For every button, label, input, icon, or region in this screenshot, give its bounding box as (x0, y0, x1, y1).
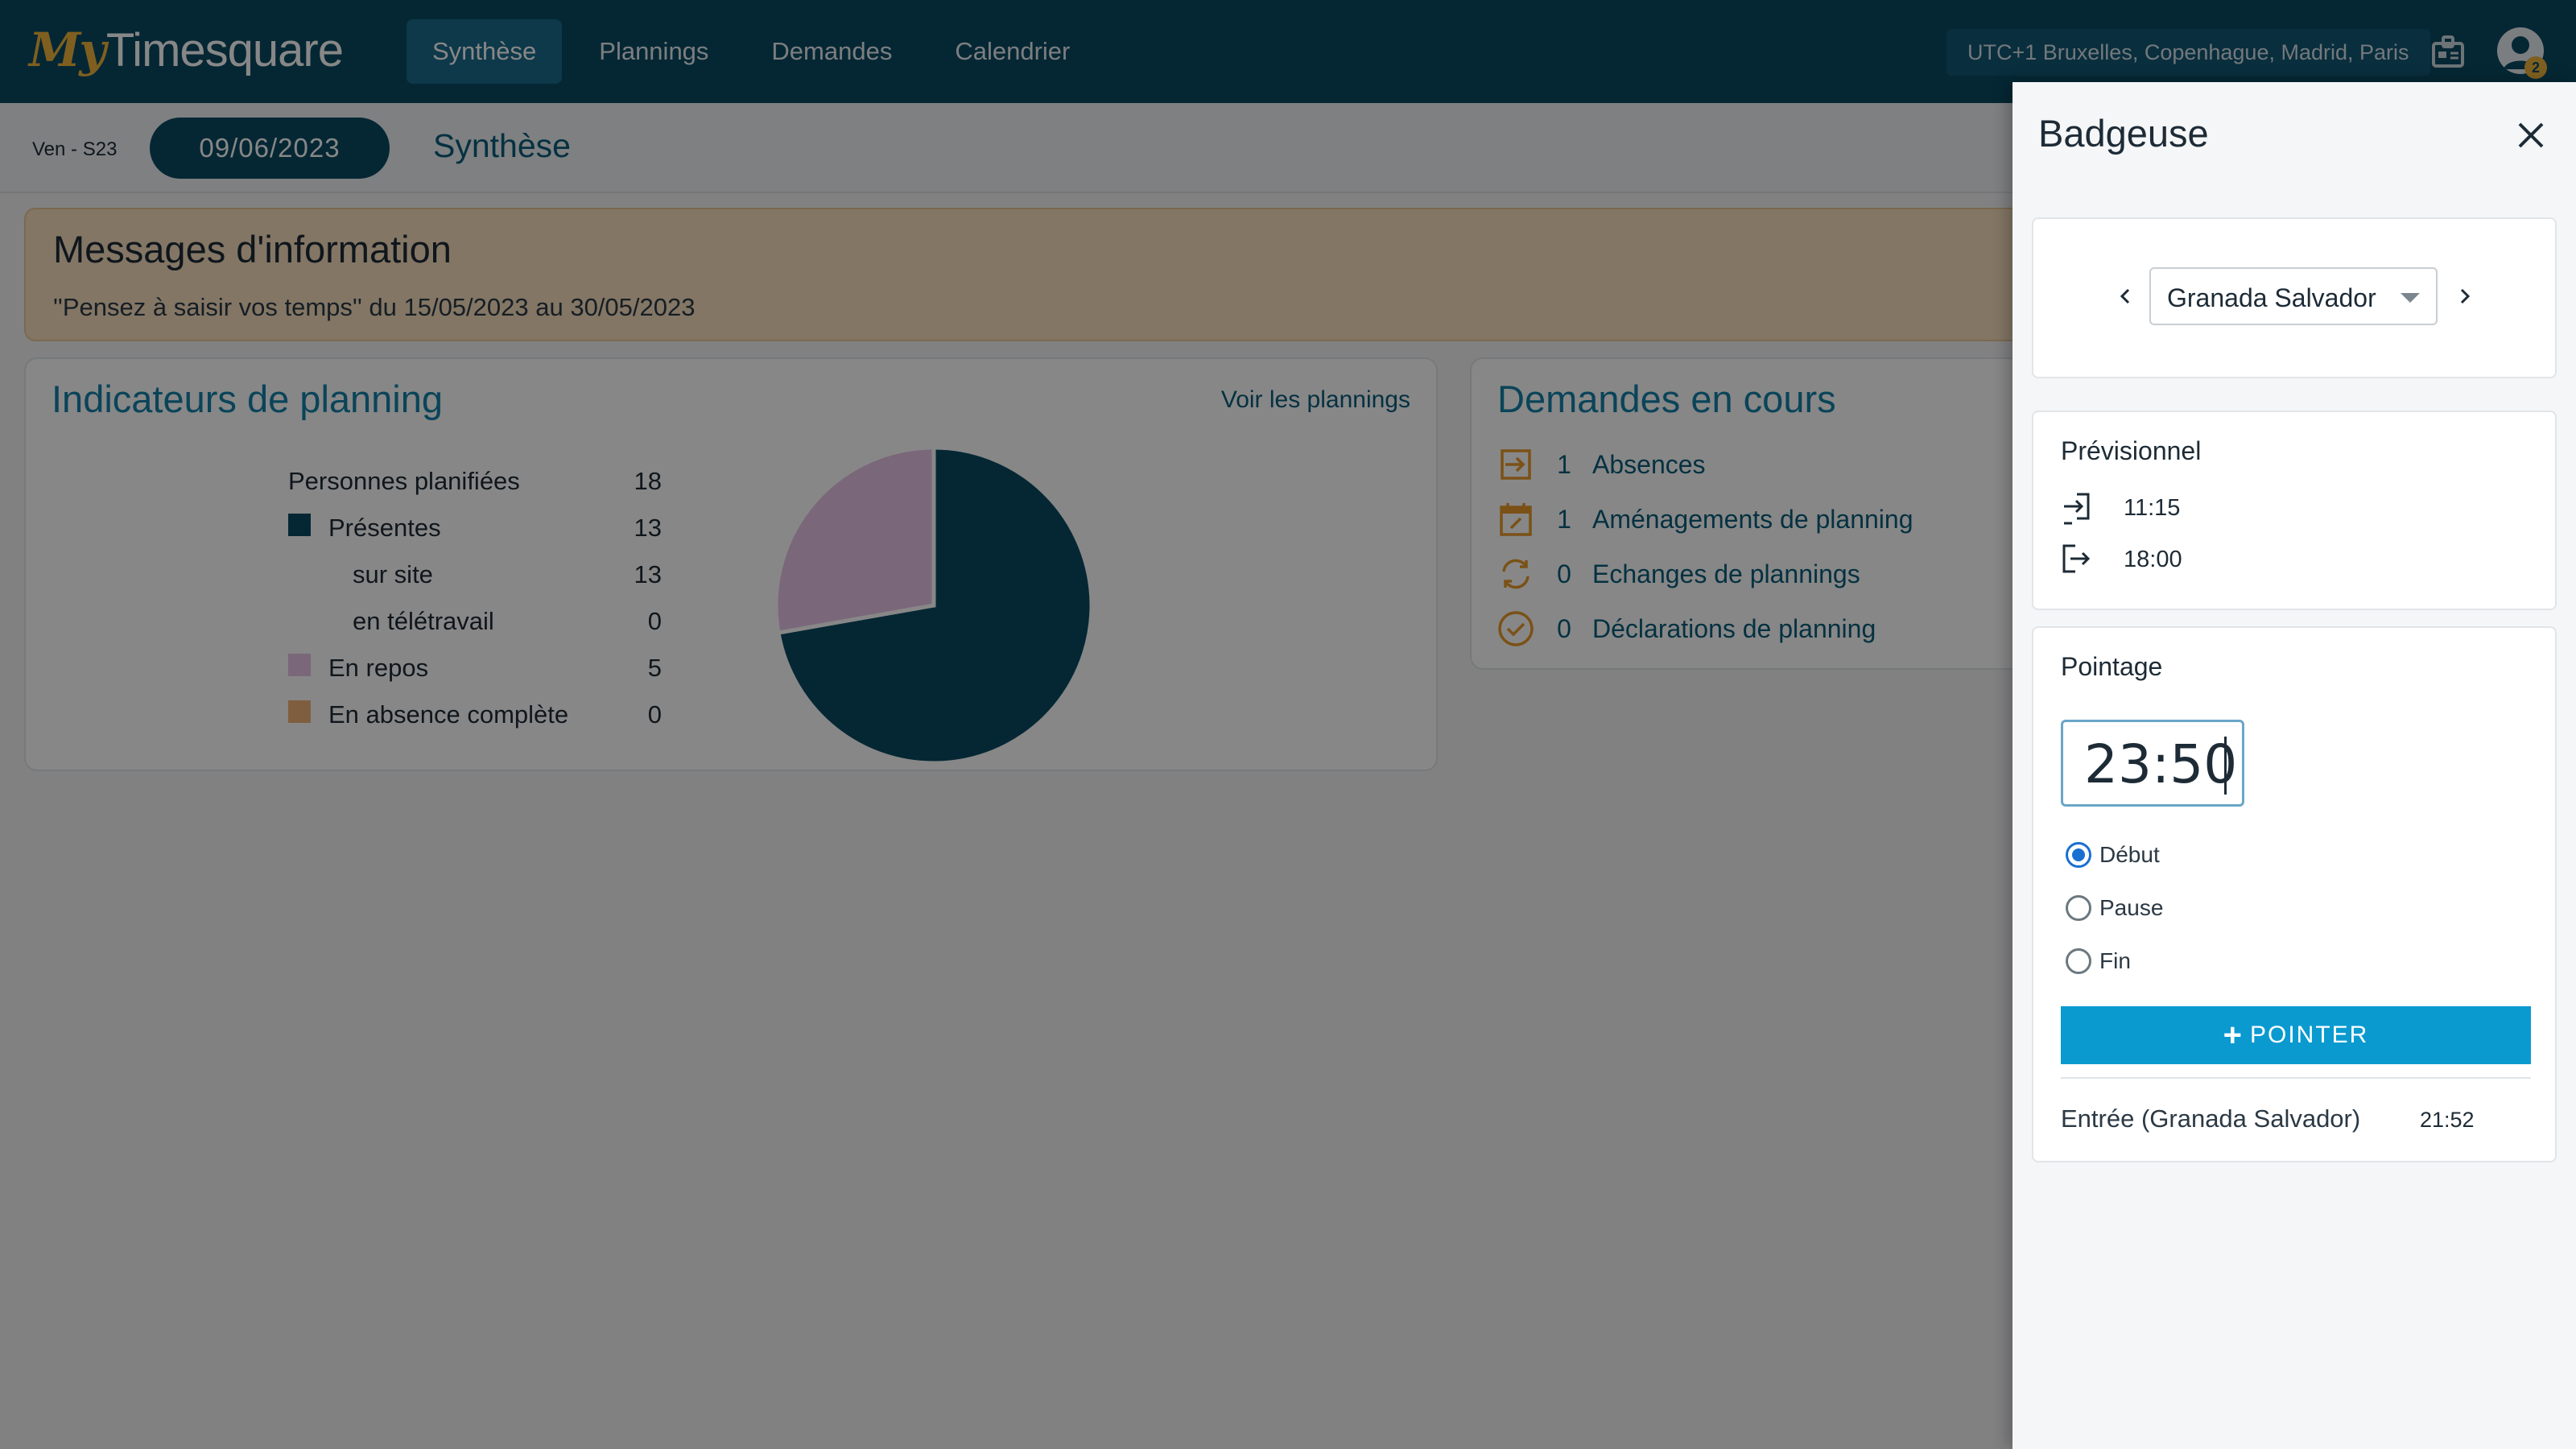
chevron-down-icon (2401, 293, 2420, 303)
radio-fin-button[interactable] (2066, 948, 2091, 974)
forecast-start-row: 11:15 (2061, 491, 2180, 525)
radio-pause-label: Pause (2099, 895, 2164, 920)
badgeuse-panel: Badgeuse Granada Salvador Prévisionnel 1… (2013, 82, 2576, 1449)
divider (2061, 1077, 2531, 1079)
clocking-card: Pointage 23:50 Début Pause Fin + POINTER… (2032, 626, 2557, 1162)
forecast-end-time: 18:00 (2124, 546, 2182, 572)
time-input-value: 23:50 (2084, 733, 2238, 795)
forecast-title: Prévisionnel (2061, 436, 2202, 465)
person-select[interactable]: Granada Salvador (2149, 267, 2438, 325)
chevron-right-icon[interactable] (2454, 285, 2476, 308)
person-selector-card: Granada Salvador (2032, 217, 2557, 378)
entry-time: 21:52 (2420, 1108, 2475, 1132)
pointer-button[interactable]: + POINTER (2061, 1006, 2531, 1064)
radio-pause-button[interactable] (2066, 895, 2091, 921)
radio-debut-label: Début (2099, 842, 2160, 867)
clock-out-icon (2062, 544, 2091, 573)
panel-title: Badgeuse (2038, 112, 2209, 155)
radio-debut[interactable]: Début (2066, 842, 2160, 868)
clocking-title: Pointage (2061, 652, 2163, 681)
chevron-left-icon[interactable] (2114, 285, 2136, 308)
plus-icon: + (2223, 1017, 2244, 1053)
radio-fin-label: Fin (2099, 948, 2131, 973)
entry-label: Entrée (Granada Salvador) (2061, 1104, 2361, 1133)
forecast-end-row: 18:00 (2061, 543, 2182, 576)
pointer-button-label: POINTER (2250, 1022, 2369, 1048)
person-select-value: Granada Salvador (2167, 283, 2376, 312)
clock-in-icon (2064, 493, 2090, 525)
radio-pause[interactable]: Pause (2066, 895, 2163, 921)
forecast-card: Prévisionnel 11:15 18:00 (2032, 411, 2557, 610)
text-caret (2224, 737, 2227, 795)
forecast-start-time: 11:15 (2124, 494, 2181, 521)
radio-fin[interactable]: Fin (2066, 948, 2131, 974)
radio-debut-button[interactable] (2066, 842, 2091, 868)
close-icon[interactable] (2513, 118, 2549, 153)
time-input[interactable]: 23:50 (2061, 720, 2244, 807)
